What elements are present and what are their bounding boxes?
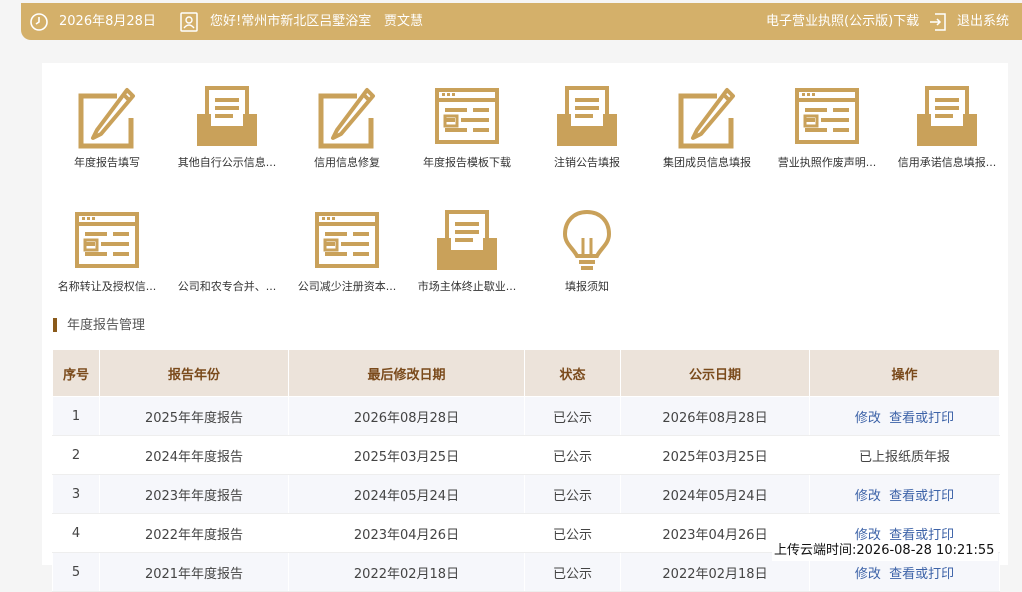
cell-published: 2025年03月25日 [620, 435, 810, 475]
cell-modified: 2022年02月18日 [288, 552, 525, 592]
section-marker [53, 317, 57, 332]
view-print-link[interactable]: 查看或打印 [889, 567, 954, 582]
cell-no: 2 [52, 435, 100, 475]
section-title: 年度报告管理 [53, 317, 145, 335]
cell-modified: 2026年08月28日 [288, 396, 525, 436]
section-title-text: 年度报告管理 [67, 318, 146, 333]
cell-year: 2023年年度报告 [99, 474, 289, 514]
table-body: 1 2025年年度报告 2026年08月28日 已公示 2026年08月28日 修改 查看… [52, 396, 1000, 592]
cell-modified: 2024年05月24日 [288, 474, 525, 514]
inbox-icon [913, 84, 981, 152]
table-row: 2 2024年年度报告 2025年03月25日 已公示 2025年03月25日 已上报纸质… [52, 435, 1000, 475]
function-tile-label: 其他自行公示信息... [177, 156, 277, 169]
table-header-row: 序号 报告年份 最后修改日期 状态 公示日期 操作 [52, 349, 1000, 397]
cell-year: 2025年年度报告 [99, 396, 289, 436]
function-tile-label: 信用信息修复 [314, 156, 380, 169]
cell-no: 1 [52, 396, 100, 436]
function-tile-label: 注销公告填报 [554, 156, 620, 169]
lightbulb-icon [553, 208, 621, 276]
function-tile-label: 集团成员信息填报 [663, 156, 751, 169]
user-name: 贾文慧 [384, 14, 424, 29]
cell-published: 2024年05月24日 [620, 474, 810, 514]
logout-link[interactable]: 退出系统 [957, 3, 1009, 40]
cell-status: 已公示 [524, 435, 621, 475]
greeting-text: 您好!常州市新北区吕墅浴室 [210, 14, 372, 29]
user-card-icon [180, 12, 198, 32]
browser-form-icon [73, 208, 141, 276]
inbox-icon [553, 84, 621, 152]
edit-link[interactable]: 修改 [855, 567, 881, 582]
cell-published: 2026年08月28日 [620, 396, 810, 436]
cell-year: 2021年年度报告 [99, 552, 289, 592]
function-tile-label: 公司和农专合并、... [177, 280, 277, 293]
function-tile-label: 年度报告填写 [74, 156, 140, 169]
browser-form-icon [793, 84, 861, 152]
cell-status: 已公示 [524, 552, 621, 592]
upload-timestamp: 上传云端时间:2026-08-28 10:21:55 [772, 541, 999, 561]
col-header-actions: 操作 [809, 349, 1000, 397]
cell-year: 2022年年度报告 [99, 513, 289, 553]
pencil-icon [73, 84, 141, 152]
table-row: 3 2023年年度报告 2024年05月24日 已公示 2024年05月24日 修改 查看… [52, 474, 1000, 514]
view-print-link[interactable]: 查看或打印 [889, 489, 954, 504]
col-header-year: 报告年份 [99, 349, 289, 397]
cell-status: 已公示 [524, 513, 621, 553]
cell-modified: 2025年03月25日 [288, 435, 525, 475]
col-header-no: 序号 [52, 349, 100, 397]
cell-no: 4 [52, 513, 100, 553]
table-row: 1 2025年年度报告 2026年08月28日 已公示 2026年08月28日 修改 查看… [52, 396, 1000, 436]
view-print-link[interactable]: 查看或打印 [889, 411, 954, 426]
pencil-icon [313, 84, 381, 152]
cell-status: 已公示 [524, 396, 621, 436]
cell-no: 5 [52, 552, 100, 592]
current-date: 2026年8月28日 [59, 14, 156, 29]
col-header-status: 状态 [524, 349, 621, 397]
clock-icon [30, 13, 48, 31]
function-tile-label: 填报须知 [565, 280, 609, 293]
edit-link[interactable]: 修改 [855, 489, 881, 504]
function-tile-label: 信用承诺信息填报... [897, 156, 997, 169]
cell-actions: 修改 查看或打印 [809, 396, 1000, 436]
cell-actions: 修改 查看或打印 [809, 474, 1000, 514]
browser-form-icon [433, 84, 501, 152]
function-tile-label: 名称转让及授权信... [57, 280, 157, 293]
license-download-link[interactable]: 电子营业执照(公示版)下载 [766, 3, 919, 40]
browser-form-icon [313, 208, 381, 276]
function-tile-label: 营业执照作废声明... [777, 156, 877, 169]
cell-no: 3 [52, 474, 100, 514]
top-bar: 2026年8月28日 您好!常州市新北区吕墅浴室 贾文慧 电子营业执照(公示版)… [21, 3, 1022, 40]
inbox-icon [193, 84, 261, 152]
function-tile-label: 市场主体终止歇业... [417, 280, 517, 293]
cell-year: 2024年年度报告 [99, 435, 289, 475]
cell-actions: 已上报纸质年报 [809, 435, 1000, 475]
cell-status: 已公示 [524, 474, 621, 514]
function-tile-label: 年度报告模板下载 [423, 156, 511, 169]
cell-modified: 2023年04月26日 [288, 513, 525, 553]
logout-icon[interactable] [929, 12, 947, 32]
pencil-icon [673, 84, 741, 152]
action-note: 已上报纸质年报 [858, 449, 950, 465]
edit-link[interactable]: 修改 [855, 411, 881, 426]
col-header-modified: 最后修改日期 [288, 349, 525, 397]
function-tile-label: 公司减少注册资本... [297, 280, 397, 293]
col-header-published: 公示日期 [620, 349, 810, 397]
inbox-icon [433, 208, 501, 276]
